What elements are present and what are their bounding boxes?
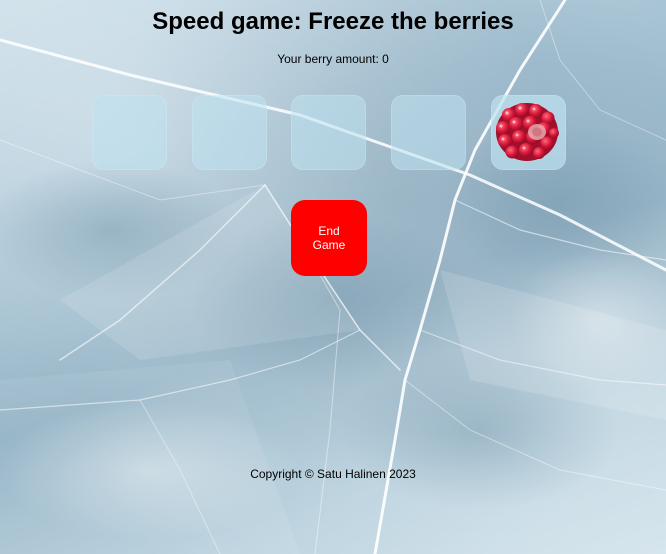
circle-2[interactable] [192,95,267,170]
circle-4[interactable] [391,95,466,170]
circle-1[interactable] [92,95,167,170]
page-title: Speed game: Freeze the berries [152,8,514,35]
circle-3[interactable] [291,95,366,170]
circle-5[interactable] [491,95,566,170]
end-game-label: End Game [312,224,346,252]
end-game-button[interactable]: End Game [291,200,367,276]
raspberry-icon[interactable] [493,101,561,163]
footer-copyright: Copyright © Satu Halinen 2023 [250,467,416,481]
berry-score: Your berry amount: 0 [277,52,389,66]
